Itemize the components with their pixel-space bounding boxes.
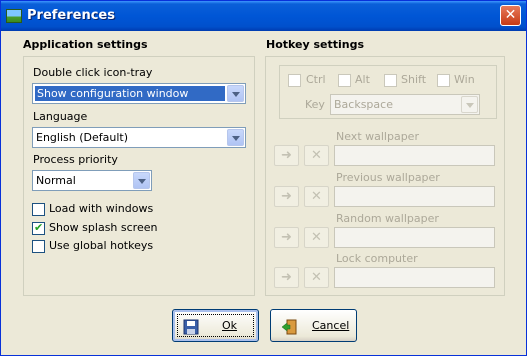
application-settings-panel: Double click icon-tray Show configuratio… bbox=[23, 56, 255, 296]
priority-select[interactable]: Normal bbox=[32, 170, 152, 191]
previous-wallpaper-field[interactable] bbox=[334, 186, 495, 207]
application-settings-heading: Application settings bbox=[23, 38, 148, 51]
close-button[interactable]: ✕ bbox=[500, 5, 521, 26]
next-wallpaper-assign-button[interactable]: ➜ bbox=[274, 145, 299, 166]
preferences-window: Preferences ✕ Application settings Doubl… bbox=[0, 0, 527, 356]
lock-computer-assign-button[interactable]: ➜ bbox=[274, 267, 299, 288]
use-global-hotkeys-label[interactable]: Use global hotkeys bbox=[49, 239, 153, 252]
show-splash-screen-checkbox[interactable] bbox=[32, 221, 45, 235]
arrow-right-icon: ➜ bbox=[281, 270, 292, 285]
key-select[interactable]: Backspace bbox=[330, 94, 480, 115]
hotkey-settings-heading: Hotkey settings bbox=[266, 38, 365, 51]
double-click-select[interactable]: Show configuration window bbox=[32, 83, 246, 104]
lock-computer-field[interactable] bbox=[334, 267, 495, 288]
lock-computer-label: Lock computer bbox=[336, 252, 418, 265]
x-icon: ✕ bbox=[311, 230, 322, 245]
random-wallpaper-clear-button[interactable]: ✕ bbox=[304, 227, 329, 248]
key-value: Backspace bbox=[334, 98, 393, 111]
shift-label: Shift bbox=[401, 73, 427, 86]
language-value: English (Default) bbox=[36, 131, 128, 144]
key-label: Key bbox=[305, 98, 325, 111]
chevron-down-icon[interactable] bbox=[227, 85, 244, 102]
previous-wallpaper-assign-button[interactable]: ➜ bbox=[274, 186, 299, 207]
priority-value: Normal bbox=[36, 174, 76, 187]
ok-button[interactable]: Ok bbox=[172, 309, 259, 342]
lock-computer-clear-button[interactable]: ✕ bbox=[304, 267, 329, 288]
chevron-down-icon[interactable] bbox=[461, 96, 478, 113]
cancel-button[interactable]: Cancel bbox=[270, 309, 357, 342]
shift-checkbox[interactable] bbox=[384, 74, 397, 87]
random-wallpaper-assign-button[interactable]: ➜ bbox=[274, 227, 299, 248]
previous-wallpaper-clear-button[interactable]: ✕ bbox=[304, 186, 329, 207]
app-icon bbox=[6, 9, 22, 23]
hotkey-settings-panel: Ctrl Alt Shift Win Key Backspace Next wa… bbox=[265, 56, 505, 296]
alt-label: Alt bbox=[355, 73, 370, 86]
exit-door-icon bbox=[281, 319, 297, 335]
show-splash-screen-label[interactable]: Show splash screen bbox=[49, 221, 157, 234]
arrow-right-icon: ➜ bbox=[281, 148, 292, 163]
arrow-right-icon: ➜ bbox=[281, 189, 292, 204]
next-wallpaper-field[interactable] bbox=[334, 145, 495, 166]
chevron-down-icon[interactable] bbox=[133, 172, 150, 189]
x-icon: ✕ bbox=[311, 189, 322, 204]
random-wallpaper-label: Random wallpaper bbox=[336, 212, 439, 225]
priority-label: Process priority bbox=[33, 153, 118, 166]
hotkey-modifier-box: Ctrl Alt Shift Win Key Backspace bbox=[279, 65, 497, 119]
chevron-down-icon[interactable] bbox=[227, 129, 244, 146]
alt-checkbox[interactable] bbox=[338, 74, 351, 87]
title-bar[interactable]: Preferences ✕ bbox=[1, 1, 526, 31]
random-wallpaper-field[interactable] bbox=[334, 227, 495, 248]
ctrl-checkbox[interactable] bbox=[288, 74, 301, 87]
double-click-label: Double click icon-tray bbox=[33, 66, 153, 79]
use-global-hotkeys-checkbox[interactable] bbox=[32, 240, 45, 253]
next-wallpaper-label: Next wallpaper bbox=[336, 130, 419, 143]
ctrl-label: Ctrl bbox=[306, 73, 326, 86]
close-icon: ✕ bbox=[504, 7, 517, 23]
language-label: Language bbox=[33, 110, 88, 123]
focus-rectangle bbox=[177, 314, 254, 337]
win-checkbox[interactable] bbox=[437, 74, 450, 87]
x-icon: ✕ bbox=[311, 270, 322, 285]
win-label: Win bbox=[454, 73, 475, 86]
next-wallpaper-clear-button[interactable]: ✕ bbox=[304, 145, 329, 166]
arrow-right-icon: ➜ bbox=[281, 230, 292, 245]
language-select[interactable]: English (Default) bbox=[32, 127, 246, 148]
cancel-label: Cancel bbox=[312, 319, 350, 332]
window-title: Preferences bbox=[27, 8, 115, 23]
x-icon: ✕ bbox=[311, 148, 322, 163]
previous-wallpaper-label: Previous wallpaper bbox=[336, 171, 440, 184]
load-with-windows-checkbox[interactable] bbox=[32, 203, 45, 216]
double-click-value: Show configuration window bbox=[35, 86, 225, 101]
load-with-windows-label[interactable]: Load with windows bbox=[49, 202, 153, 215]
